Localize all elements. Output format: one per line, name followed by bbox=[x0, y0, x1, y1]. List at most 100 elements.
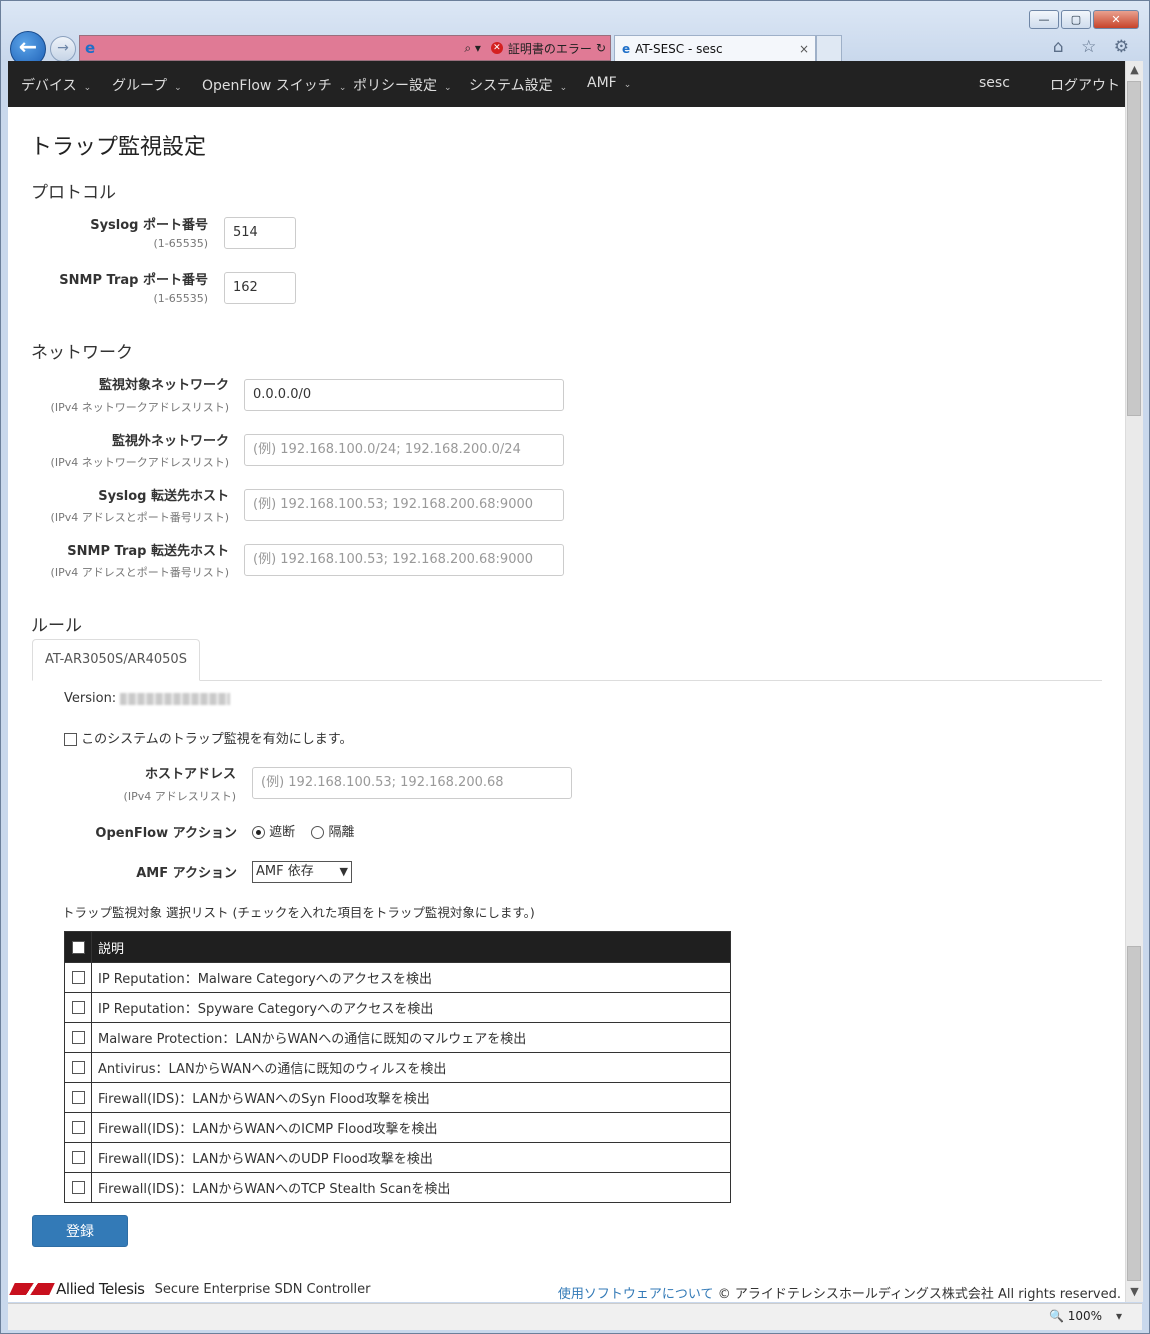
close-window-button[interactable]: ✕ bbox=[1093, 10, 1139, 29]
exclude-network-hint: (IPv4 ネットワークアドレスリスト) bbox=[50, 456, 229, 469]
top-navbar: デバイス ⌄ グループ ⌄ OpenFlow スイッチ ⌄ ポリシー設定 ⌄ システム設… bbox=[8, 61, 1125, 107]
nav-system[interactable]: システム設定 ⌄ bbox=[469, 75, 567, 95]
enable-trap-row[interactable]: このシステムのトラップ監視を有効にします。 bbox=[64, 728, 352, 747]
tab-close-icon[interactable]: × bbox=[799, 42, 809, 56]
window-controls: — ▢ ✕ bbox=[1027, 10, 1139, 29]
openflow-action-radios: 遮断 隔離 bbox=[252, 821, 354, 840]
syslog-forward-input[interactable]: (例) 192.168.100.53; 192.168.200.68:9000 bbox=[244, 489, 564, 521]
page-title: トラップ監視設定 bbox=[30, 135, 207, 160]
host-address-hint: (IPv4 アドレスリスト) bbox=[123, 790, 236, 803]
certificate-error-text[interactable]: 証明書のエラー bbox=[508, 40, 592, 57]
row-checkbox[interactable] bbox=[71, 1121, 85, 1134]
scroll-down-icon[interactable]: ▼ bbox=[1126, 1285, 1143, 1298]
exclude-network-input[interactable]: (例) 192.168.100.0/24; 192.168.200.0/24 bbox=[244, 434, 564, 466]
row-checkbox-cell bbox=[64, 1112, 92, 1143]
minimize-button[interactable]: — bbox=[1029, 10, 1059, 29]
scroll-up-icon[interactable]: ▲ bbox=[1126, 63, 1143, 76]
row-description: Antivirus：LANからWANへの通信に既知のウィルスを検出 bbox=[91, 1052, 731, 1083]
chevron-down-icon: ⌄ bbox=[83, 83, 92, 93]
monitor-network-label: 監視対象ネットワーク bbox=[98, 378, 229, 393]
nav-system-label: システム設定 bbox=[469, 78, 553, 94]
row-checkbox-cell bbox=[64, 962, 92, 993]
radio-isolate-label: 隔離 bbox=[328, 825, 355, 840]
row-checkbox[interactable] bbox=[71, 1091, 85, 1104]
monitor-network-input[interactable]: 0.0.0.0/0 bbox=[244, 379, 564, 411]
select-all-checkbox[interactable] bbox=[71, 940, 85, 954]
radio-isolate[interactable] bbox=[311, 826, 325, 839]
zoom-level[interactable]: 🔍 100% bbox=[1049, 1309, 1102, 1323]
logout-link[interactable]: ログアウト bbox=[1050, 75, 1120, 95]
chevron-down-icon: ⌄ bbox=[174, 83, 182, 93]
status-bar: 🔍 100% ▾ bbox=[8, 1303, 1142, 1330]
snmp-port-input[interactable]: 162 bbox=[224, 272, 296, 304]
footer-links: 使用ソフトウェアについて © アライドテレシスホールディングス株式会社 All … bbox=[558, 1283, 1121, 1302]
table-row: Firewall(IDS)：LANからWANへのUDP Flood攻撃を検出 bbox=[64, 1142, 731, 1173]
snmp-forward-input[interactable]: (例) 192.168.100.53; 192.168.200.68:9000 bbox=[244, 544, 564, 576]
allied-telesis-logo-icon bbox=[9, 1283, 55, 1295]
zoom-dropdown-icon[interactable]: ▾ bbox=[1116, 1309, 1122, 1323]
nav-devices-label: デバイス bbox=[21, 78, 77, 94]
tab-ar3050s-ar4050s[interactable]: AT-AR3050S/AR4050S bbox=[32, 639, 200, 681]
nav-user[interactable]: sesc bbox=[979, 75, 1010, 91]
monitor-network-hint: (IPv4 ネットワークアドレスリスト) bbox=[50, 401, 229, 414]
amf-action-select[interactable]: AMF 依存 ▼ bbox=[252, 861, 352, 883]
search-dropdown-icon[interactable]: ⌕ ▾ bbox=[464, 41, 481, 56]
certificate-error-icon[interactable]: ✕ bbox=[490, 42, 503, 54]
product-name: Secure Enterprise SDN Controller bbox=[154, 1281, 371, 1297]
table-header-row: 説明 bbox=[64, 931, 731, 963]
scrollbar-thumb[interactable] bbox=[1127, 81, 1141, 416]
software-info-link[interactable]: 使用ソフトウェアについて bbox=[558, 1287, 714, 1302]
nav-groups-label: グループ bbox=[112, 78, 168, 94]
nav-devices[interactable]: デバイス ⌄ bbox=[21, 75, 91, 95]
row-checkbox[interactable] bbox=[71, 971, 85, 984]
table-row: Malware Protection：LANからWANへの通信に既知のマルウェア… bbox=[64, 1022, 731, 1053]
nav-openflow-switch[interactable]: OpenFlow スイッチ ⌄ bbox=[202, 75, 346, 95]
refresh-icon[interactable]: ↻ bbox=[596, 41, 606, 55]
submit-button[interactable]: 登録 bbox=[32, 1215, 128, 1247]
amf-action-label: AMF アクション bbox=[136, 866, 237, 881]
nav-amf[interactable]: AMF ⌄ bbox=[587, 75, 631, 91]
home-favorites-settings-icons[interactable]: ⌂ ☆ ⚙ bbox=[1053, 37, 1135, 57]
radio-block-label: 遮断 bbox=[269, 825, 296, 840]
nav-groups[interactable]: グループ ⌄ bbox=[112, 75, 182, 95]
new-tab-button[interactable] bbox=[816, 35, 842, 62]
nav-policy[interactable]: ポリシー設定 ⌄ bbox=[353, 75, 452, 95]
page-viewport: デバイス ⌄ グループ ⌄ OpenFlow スイッチ ⌄ ポリシー設定 ⌄ システム設… bbox=[8, 61, 1125, 1302]
chevron-down-icon: ⌄ bbox=[444, 83, 452, 93]
ie-tab-icon: e bbox=[622, 42, 631, 56]
address-bar[interactable]: e ⌕ ▾ ✕ 証明書のエラー ↻ bbox=[79, 35, 611, 61]
description-header: 説明 bbox=[91, 931, 731, 963]
scrollbar-thumb-lower[interactable] bbox=[1127, 946, 1141, 1281]
snmp-forward-hint: (IPv4 アドレスとポート番号リスト) bbox=[50, 566, 229, 579]
row-checkbox-cell bbox=[64, 1142, 92, 1173]
snmp-port-label: SNMP Trap ポート番号 bbox=[59, 273, 208, 288]
row-description: IP Reputation：Spyware Categoryへのアクセスを検出 bbox=[91, 992, 731, 1023]
row-checkbox[interactable] bbox=[71, 1001, 85, 1014]
row-checkbox[interactable] bbox=[71, 1061, 85, 1074]
forward-arrow-icon[interactable]: → bbox=[50, 36, 76, 62]
nav-amf-label: AMF bbox=[587, 75, 617, 91]
rules-heading: ルール bbox=[31, 616, 82, 636]
enable-trap-checkbox[interactable] bbox=[64, 733, 77, 746]
row-checkbox[interactable] bbox=[71, 1181, 85, 1194]
brand-name: Allied Telesis bbox=[56, 1280, 145, 1298]
syslog-port-label: Syslog ポート番号 bbox=[90, 218, 208, 233]
radio-block[interactable] bbox=[252, 826, 265, 839]
chevron-down-icon: ▼ bbox=[339, 865, 348, 878]
browser-tab[interactable]: e AT-SESC - sesc × bbox=[614, 35, 816, 62]
enable-trap-label: このシステムのトラップ監視を有効にします。 bbox=[81, 732, 353, 747]
maximize-button[interactable]: ▢ bbox=[1061, 10, 1091, 29]
syslog-port-input[interactable]: 514 bbox=[224, 217, 296, 249]
row-description: Firewall(IDS)：LANからWANへのTCP Stealth Scan… bbox=[91, 1172, 731, 1203]
row-checkbox[interactable] bbox=[71, 1031, 85, 1044]
snmp-port-hint: (1-65535) bbox=[153, 292, 208, 305]
tab-title: AT-SESC - sesc bbox=[635, 42, 723, 56]
row-description: Firewall(IDS)：LANからWANへのUDP Flood攻撃を検出 bbox=[91, 1142, 731, 1173]
vertical-scrollbar[interactable]: ▲ ▼ bbox=[1125, 61, 1143, 1302]
select-all-cell bbox=[64, 931, 92, 963]
host-address-input[interactable]: (例) 192.168.100.53; 192.168.200.68 bbox=[252, 767, 572, 799]
row-checkbox[interactable] bbox=[71, 1151, 85, 1164]
row-checkbox-cell bbox=[64, 1172, 92, 1203]
table-row: Antivirus：LANからWANへの通信に既知のウィルスを検出 bbox=[64, 1052, 731, 1083]
row-description: Firewall(IDS)：LANからWANへのICMP Flood攻撃を検出 bbox=[91, 1112, 731, 1143]
